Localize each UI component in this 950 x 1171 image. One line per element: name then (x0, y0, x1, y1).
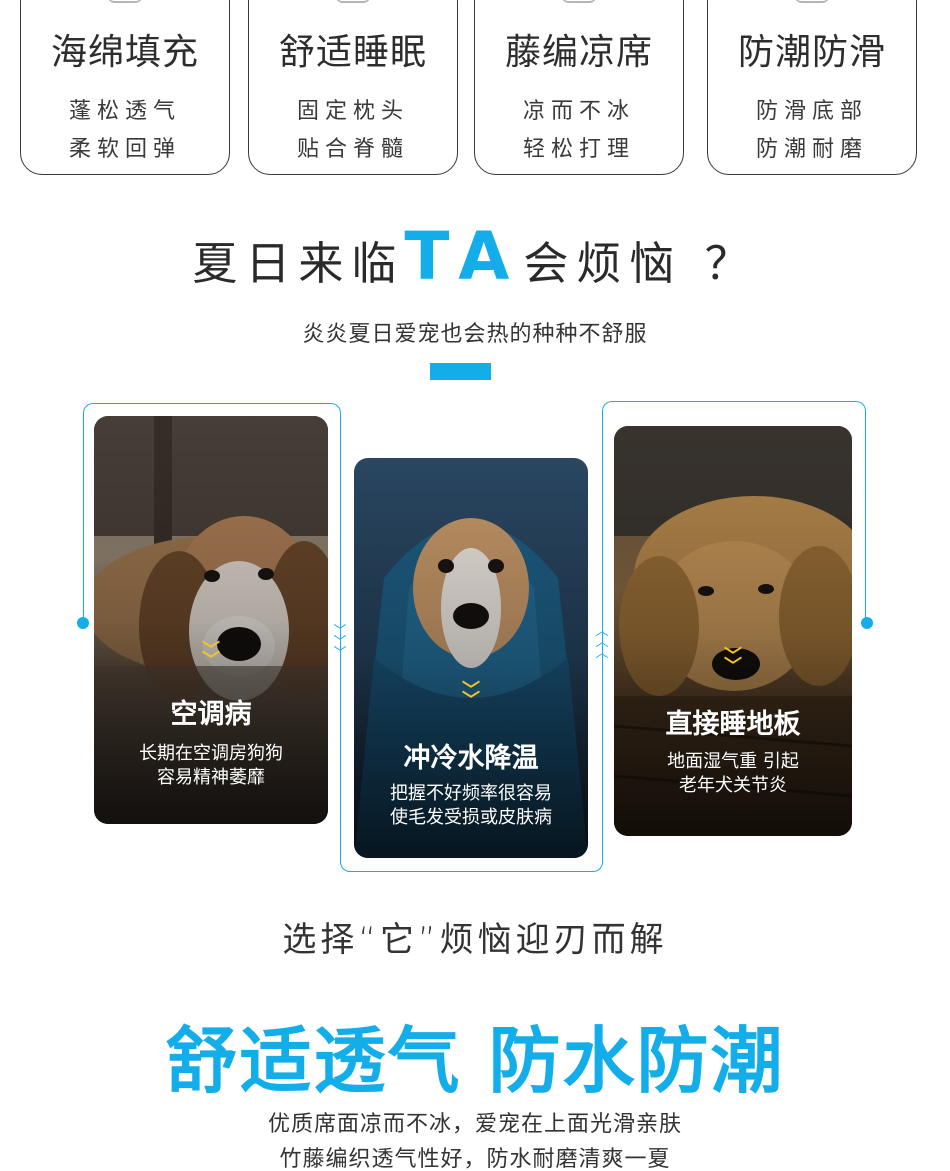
solution-slogan: 舒适透气 防水防潮 (165, 1019, 785, 1103)
problem-desc-line: 使毛发受损或皮肤病 (390, 807, 552, 828)
problem-desc-line: 老年犬关节炎 (679, 775, 787, 796)
feature-title: 海绵填充 (50, 32, 199, 73)
feature-card-rattan: 藤编凉席 凉而不冰 轻松打理 (474, 0, 684, 175)
feature-icon (561, 0, 597, 3)
feature-title: 防潮防滑 (737, 32, 886, 73)
feature-icon (335, 0, 371, 3)
feature-title: 舒适睡眠 (278, 32, 427, 73)
connector-dot-right (861, 617, 873, 629)
problem-desc-line: 地面湿气重 引起 (667, 751, 799, 772)
problem-card-air-conditioning: ﹀ ﹀ 空调病 长期在空调房狗狗 容易精神萎靡 (94, 416, 328, 824)
chevron-down-icon: ﹀ ﹀ (462, 680, 480, 711)
chevrons-up-icon: ︿ ︿ ︿ (595, 624, 609, 661)
feature-line: 防滑底部 (755, 99, 868, 124)
chevrons-down-icon: ﹀ ﹀ ﹀ (333, 624, 347, 661)
feature-line: 蓬松透气 (68, 99, 181, 124)
feature-line: 固定枕头 (296, 99, 409, 124)
feature-title: 藤编凉席 (504, 32, 653, 73)
solution-heading: 选择“它”烦恼迎刃而解 (282, 920, 668, 960)
feature-card-sleep: 舒适睡眠 固定枕头 贴合脊髓 (248, 0, 458, 175)
problem-title: 直接睡地板 (665, 709, 801, 740)
chevron-down-icon: ﹀ ﹀ (202, 640, 220, 671)
feature-icon (107, 0, 143, 3)
problem-card-cold-water: ﹀ ﹀ 冲冷水降温 把握不好频率很容易 使毛发受损或皮肤病 (354, 458, 588, 858)
problem-title: 空调病 (170, 699, 252, 730)
problem-desc-line: 容易精神萎靡 (157, 767, 265, 788)
feature-line: 防潮耐磨 (755, 137, 868, 162)
section-heading: 夏日来临TA会烦恼 ？ (0, 218, 950, 298)
problem-desc: 把握不好频率很容易 使毛发受损或皮肤病 (354, 782, 588, 830)
feature-card-sponge: 海绵填充 蓬松透气 柔软回弹 (20, 0, 230, 175)
feature-line: 轻松打理 (522, 137, 635, 162)
solution-desc-line-2: 竹藤编织透气性好，防水耐磨清爽一夏 (279, 1147, 671, 1171)
heading-highlight: TA (404, 218, 524, 295)
connector-dot-left (77, 617, 89, 629)
problem-card-floor: ﹀ ﹀ 直接睡地板 地面湿气重 引起 老年犬关节炎 (614, 426, 852, 836)
feature-line: 贴合脊髓 (296, 137, 409, 162)
heading-part1: 夏日来临 (192, 237, 405, 290)
problem-title: 冲冷水降温 (403, 743, 539, 774)
feature-line: 凉而不冰 (522, 99, 635, 124)
heading-part2: 会烦恼 ？ (523, 237, 758, 290)
chevron-down-icon: ﹀ ﹀ (724, 646, 742, 677)
section-subheading: 炎炎夏日爱宠也会热的种种不舒服 (302, 322, 648, 347)
problem-desc: 地面湿气重 引起 老年犬关节炎 (614, 750, 852, 798)
problem-desc: 长期在空调房狗狗 容易精神萎靡 (94, 742, 328, 790)
problem-desc-line: 把握不好频率很容易 (390, 783, 552, 804)
problem-desc-line: 长期在空调房狗狗 (139, 743, 283, 764)
feature-card-antislip: 防潮防滑 防滑底部 防潮耐磨 (707, 0, 917, 175)
feature-icon (794, 0, 830, 3)
accent-bar (430, 363, 491, 380)
solution-desc-line-1: 优质席面凉而不冰，爱宠在上面光滑亲肤 (267, 1112, 682, 1137)
feature-line: 柔软回弹 (68, 137, 181, 162)
